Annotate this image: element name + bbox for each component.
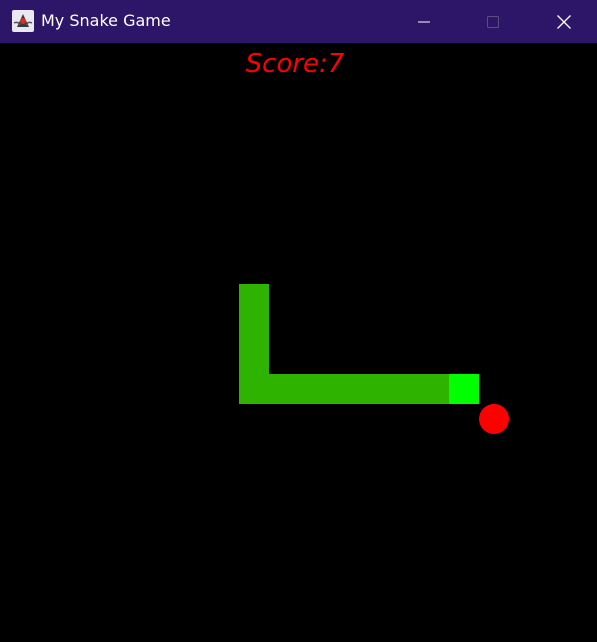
window-title: My Snake Game bbox=[41, 11, 171, 30]
snake-body-segment bbox=[239, 284, 269, 314]
snake-body-segment bbox=[359, 374, 389, 404]
game-window: My Snake Game Score:7 bbox=[0, 0, 597, 642]
close-button[interactable] bbox=[541, 0, 587, 43]
snake-body-segment bbox=[419, 374, 449, 404]
maximize-button[interactable] bbox=[470, 0, 516, 43]
snake-body-segment bbox=[239, 344, 269, 374]
snake-body-segment bbox=[389, 374, 419, 404]
score-display: Score:7 bbox=[0, 47, 590, 81]
java-duke-icon bbox=[11, 9, 35, 33]
snake-head bbox=[449, 374, 479, 404]
apple bbox=[479, 404, 509, 434]
maximize-icon bbox=[487, 15, 499, 28]
minimize-button[interactable] bbox=[401, 0, 447, 43]
snake-body-segment bbox=[299, 374, 329, 404]
minimize-icon bbox=[418, 21, 430, 22]
game-board[interactable]: Score:7 bbox=[0, 43, 597, 642]
score-label: Score: bbox=[245, 49, 328, 79]
title-bar[interactable]: My Snake Game bbox=[0, 0, 597, 43]
snake-body-segment bbox=[239, 374, 269, 404]
snake-body-segment bbox=[239, 314, 269, 344]
snake-body-segment bbox=[329, 374, 359, 404]
close-icon bbox=[557, 14, 571, 29]
score-value: 7 bbox=[327, 49, 345, 79]
snake-body-segment bbox=[269, 374, 299, 404]
